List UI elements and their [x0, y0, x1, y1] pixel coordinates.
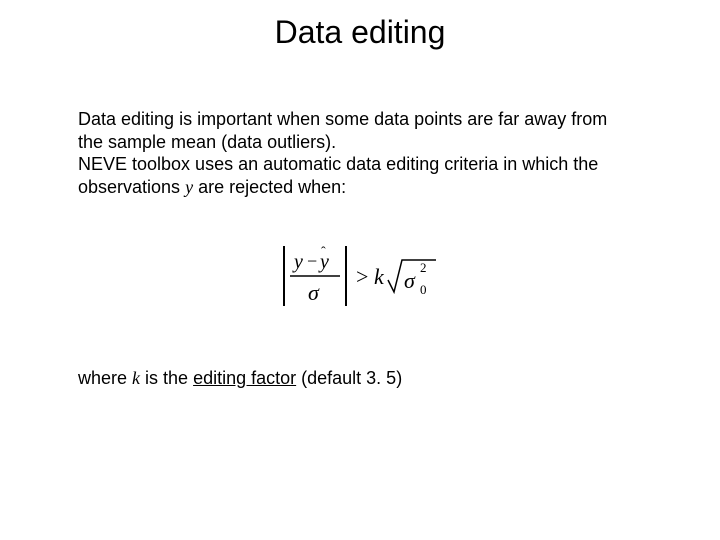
formula-sigma-denom: σ: [308, 280, 320, 305]
formula-sigma0: σ: [404, 268, 416, 293]
formula-sup-2: 2: [420, 260, 427, 275]
formula-minus: −: [307, 251, 317, 271]
footer-var-k: k: [132, 368, 140, 388]
formula-y: y: [292, 251, 303, 273]
footer-mid: is the: [140, 368, 193, 388]
slide: Data editing Data editing is important w…: [0, 0, 720, 540]
body-paragraph: Data editing is important when some data…: [78, 108, 638, 198]
body-line-3: NEVE toolbox uses an automatic data edit…: [78, 154, 598, 174]
body-line-4a: observations: [78, 177, 185, 197]
footer-prefix: where: [78, 368, 132, 388]
svg-text:y: y: [318, 251, 329, 273]
footer-term: editing factor: [193, 368, 296, 388]
body-var-y: y: [185, 177, 193, 197]
footer-line: where k is the editing factor (default 3…: [78, 368, 638, 389]
slide-title: Data editing: [0, 14, 720, 51]
formula-k: k: [374, 264, 385, 289]
body-line-4b: are rejected when:: [193, 177, 346, 197]
body-line-2: the sample mean (data outliers).: [78, 132, 336, 152]
footer-suffix: (default 3. 5): [296, 368, 402, 388]
formula-sub-0: 0: [420, 282, 427, 297]
formula-gt: >: [356, 264, 368, 289]
formula: y − ˆ y σ > k σ 0 2: [0, 240, 720, 317]
body-line-1: Data editing is important when some data…: [78, 109, 607, 129]
